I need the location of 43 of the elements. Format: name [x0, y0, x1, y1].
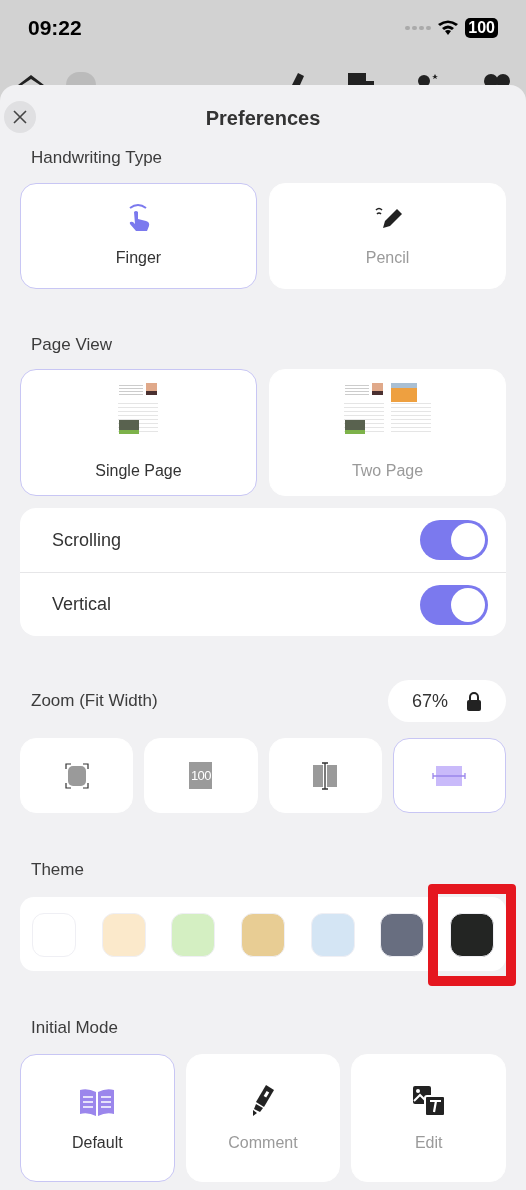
zoom-mode-button[interactable]: 100	[144, 738, 258, 813]
toggle-label: Vertical	[52, 593, 112, 616]
handwriting-option[interactable]: Pencil	[269, 182, 506, 289]
zoom-value: 67%	[412, 689, 448, 713]
wifi-icon	[437, 20, 460, 36]
battery-level: 100	[465, 18, 498, 38]
initial-mode-option[interactable]: Default	[20, 1054, 175, 1182]
page-thumbnail-icon	[117, 383, 160, 437]
page-view-option[interactable]: Two Page	[269, 369, 506, 496]
status-time: 09:22	[28, 15, 82, 42]
chat-icon[interactable]	[484, 72, 510, 85]
theme-swatch[interactable]	[380, 912, 425, 957]
initial-mode-option[interactable]: Comment	[185, 1054, 341, 1182]
section-label: Initial Mode	[30, 1017, 119, 1037]
theme-swatch[interactable]	[171, 912, 216, 957]
toggle-label: Scrolling	[52, 528, 122, 552]
close-icon	[13, 110, 27, 124]
image-text-icon	[411, 1085, 446, 1117]
sheet-title: Preferences	[205, 106, 321, 131]
image-icon[interactable]	[348, 72, 374, 85]
layers-icon[interactable]	[16, 72, 46, 85]
section-label: Theme	[30, 860, 85, 879]
actual-size-icon: 100	[189, 762, 213, 789]
theme-swatch[interactable]	[310, 912, 355, 957]
fit-width-icon	[432, 763, 467, 788]
theme-swatch[interactable]	[240, 912, 285, 957]
section-label: Zoom (Fit Width)	[30, 690, 159, 713]
handwriting-option[interactable]: Finger	[20, 182, 257, 289]
toggle-switch[interactable]	[420, 584, 488, 625]
section-label: Handwriting Type	[30, 148, 164, 167]
close-button[interactable]	[4, 101, 36, 133]
initial-mode-option[interactable]: Edit	[351, 1054, 506, 1182]
section-label: Page View	[30, 334, 113, 354]
people-icon[interactable]	[418, 72, 440, 85]
theme-swatch[interactable]	[101, 912, 146, 957]
toggle-switch[interactable]	[420, 520, 488, 560]
page-view-option[interactable]: Single Page	[20, 369, 257, 496]
fit-height-icon	[311, 761, 340, 790]
page-thumbnail-icon	[343, 383, 432, 437]
fit-page-icon	[64, 762, 89, 789]
theme-swatch[interactable]	[449, 912, 494, 957]
cellular-signal-icon	[405, 25, 432, 31]
book-icon	[78, 1087, 117, 1117]
